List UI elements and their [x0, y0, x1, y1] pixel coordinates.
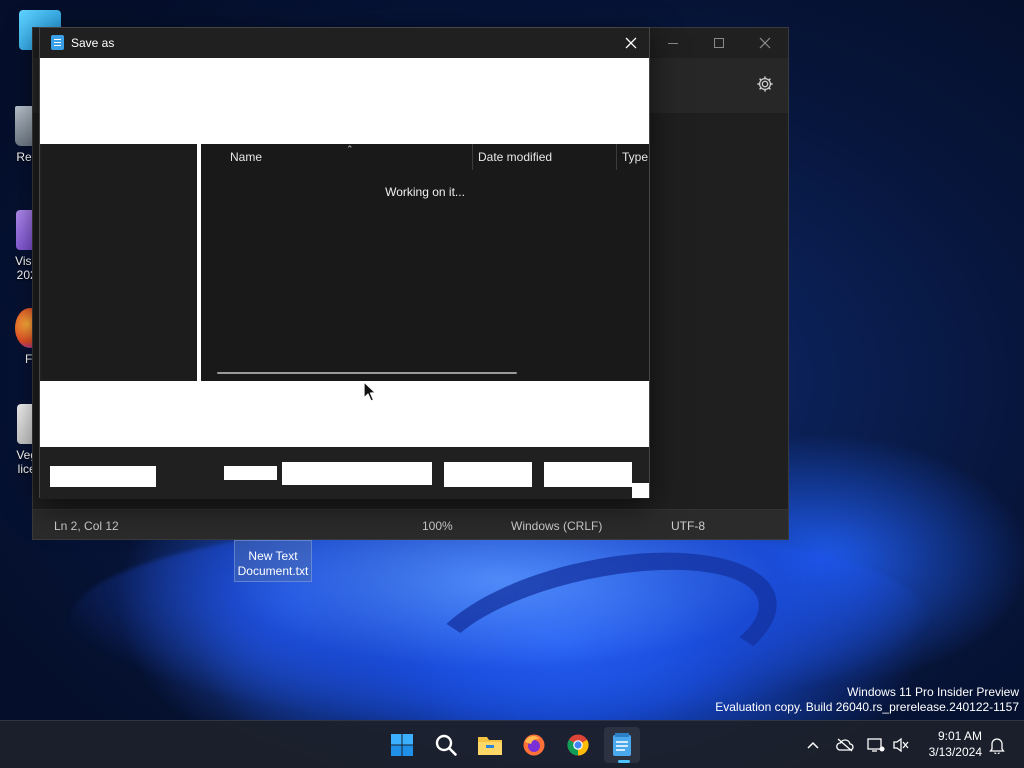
minimize-button[interactable]	[650, 28, 696, 58]
start-button[interactable]	[384, 727, 420, 763]
close-icon	[625, 37, 637, 49]
save-as-dialog: Save as ⌃ Name Date modified Type Workin…	[39, 27, 650, 499]
active-app-indicator	[618, 760, 630, 763]
column-separator[interactable]	[616, 144, 617, 170]
loading-message: Working on it...	[385, 185, 465, 199]
close-button[interactable]	[742, 28, 788, 58]
notepad-icon	[51, 35, 64, 50]
encoding[interactable]: UTF-8	[671, 519, 705, 533]
chevron-up-icon	[807, 741, 819, 749]
file-explorer-icon	[478, 737, 502, 755]
system-clock[interactable]: 9:01 AM 3/13/2024	[929, 728, 982, 760]
column-header-name[interactable]: Name	[230, 144, 262, 170]
encoding-dropdown[interactable]	[282, 462, 432, 485]
filename-area[interactable]	[40, 381, 649, 447]
notifications-button[interactable]	[987, 735, 1007, 755]
close-icon	[759, 37, 771, 49]
navigation-pane[interactable]	[42, 144, 197, 381]
search-icon	[435, 734, 457, 756]
dialog-titlebar[interactable]: Save as	[40, 28, 649, 58]
mouse-cursor-icon	[363, 381, 377, 402]
maximize-button[interactable]	[696, 28, 742, 58]
clock-date: 3/13/2024	[928, 745, 982, 759]
onedrive-button[interactable]	[835, 735, 855, 755]
chrome-button[interactable]	[560, 727, 596, 763]
encoding-label	[224, 466, 277, 480]
column-header-type[interactable]: Type	[622, 144, 648, 170]
column-header-date-modified[interactable]: Date modified	[478, 144, 552, 170]
volume-muted-icon	[893, 737, 909, 753]
clock-time: 9:01 AM	[937, 729, 982, 743]
address-toolbar-area[interactable]	[40, 58, 649, 144]
dialog-footer	[40, 447, 649, 499]
notepad-taskbar-button[interactable]	[604, 727, 640, 763]
notepad-icon	[613, 733, 631, 756]
save-button[interactable]	[444, 462, 532, 487]
gear-icon[interactable]	[756, 75, 774, 93]
evaluation-watermark: Windows 11 Pro Insider Preview Evaluatio…	[715, 685, 1019, 715]
desktop-file-label: New Text Document.txt	[237, 549, 309, 578]
dialog-close-button[interactable]	[619, 31, 643, 55]
hide-folders-button[interactable]	[50, 466, 156, 487]
horizontal-scrollbar[interactable]	[217, 372, 517, 374]
watermark-edition: Windows 11 Pro Insider Preview	[847, 685, 1019, 699]
maximize-icon	[714, 38, 724, 48]
cursor-position: Ln 2, Col 12	[54, 519, 119, 533]
dialog-title: Save as	[71, 36, 115, 50]
resize-grip[interactable]	[632, 483, 649, 498]
column-separator[interactable]	[472, 144, 473, 170]
zoom-level[interactable]: 100%	[422, 519, 453, 533]
sort-ascending-icon: ⌃	[346, 144, 354, 154]
start-icon	[391, 734, 413, 756]
line-ending[interactable]: Windows (CRLF)	[511, 519, 602, 533]
chrome-icon	[567, 734, 589, 756]
show-hidden-icons-button[interactable]	[803, 735, 823, 755]
watermark-build: Evaluation copy. Build 26040.rs_prerelea…	[715, 700, 1019, 714]
firefox-button[interactable]	[516, 727, 552, 763]
desktop-file-new-text-document[interactable]: New Text Document.txt	[234, 540, 312, 582]
search-button[interactable]	[428, 727, 464, 763]
volume-button[interactable]	[891, 735, 911, 755]
network-icon	[867, 738, 885, 752]
file-list[interactable]: ⌃ Name Date modified Type Working on it.…	[201, 144, 649, 381]
taskbar: 9:01 AM 3/13/2024	[0, 720, 1024, 768]
network-button[interactable]	[866, 735, 886, 755]
minimize-icon	[668, 42, 678, 44]
file-explorer-button[interactable]	[472, 727, 508, 763]
bell-icon	[989, 738, 1005, 754]
cloud-offline-icon	[836, 738, 854, 752]
notepad-statusbar: Ln 2, Col 12 100% Windows (CRLF) UTF-8	[33, 509, 788, 539]
cancel-button[interactable]	[544, 462, 632, 487]
firefox-icon	[523, 734, 545, 756]
